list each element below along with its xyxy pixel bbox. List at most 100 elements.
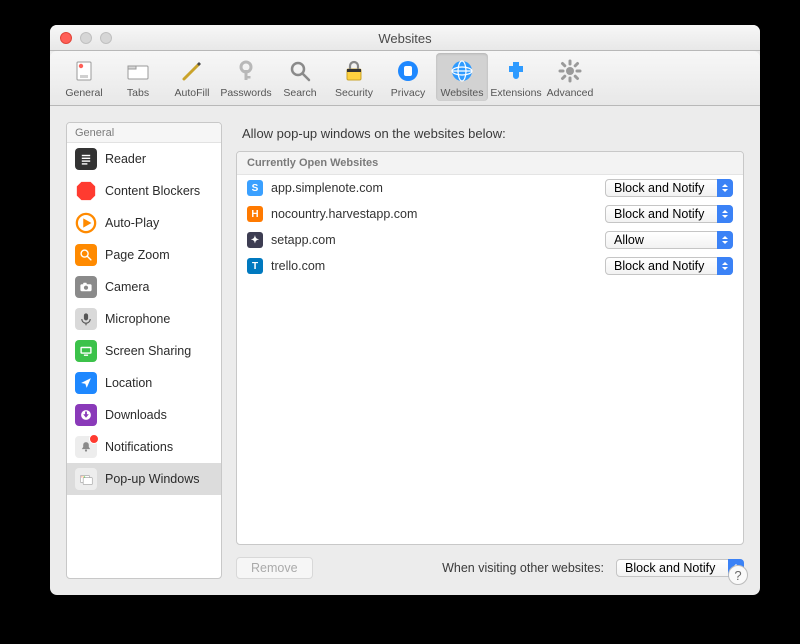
toolbar-tab-label: AutoFill [174,87,209,99]
toolbar-tab-autofill[interactable]: AutoFill [166,53,218,101]
policy-select[interactable]: Block and Notify [605,205,733,223]
sidebar-item-notifications[interactable]: Notifications [67,431,221,463]
toolbar-tab-label: Security [335,87,373,99]
toolbar-tab-tabs[interactable]: Tabs [112,53,164,101]
policy-select-wrap[interactable]: Allow [605,231,733,249]
sidebar-item-label: Microphone [105,312,170,326]
sidebar-item-reader[interactable]: Reader [67,143,221,175]
website-row[interactable]: S app.simplenote.com Block and Notify [237,175,743,201]
extensions-icon [502,57,530,85]
pop-up-windows-icon [75,468,97,490]
toolbar-tab-label: Tabs [127,87,149,99]
advanced-icon [556,57,584,85]
default-policy-select-wrap[interactable]: Block and Notify [616,559,744,577]
chevron-updown-icon [717,231,733,249]
page-zoom-icon [75,244,97,266]
sidebar-item-camera[interactable]: Camera [67,271,221,303]
website-rows: S app.simplenote.com Block and Notify H … [237,175,743,544]
toolbar-tab-label: Privacy [391,87,425,99]
window-title: Websites [50,31,760,46]
general-icon [70,57,98,85]
microphone-icon [75,308,97,330]
websites-icon [448,57,476,85]
chevron-updown-icon [717,179,733,197]
reader-icon [75,148,97,170]
auto-play-icon [75,212,97,234]
footer-row: Remove When visiting other websites: Blo… [236,557,744,579]
default-policy-label: When visiting other websites: [442,561,604,575]
policy-select-wrap[interactable]: Block and Notify [605,205,733,223]
favicon: S [247,180,263,196]
toolbar-tab-label: Passwords [220,87,271,99]
toolbar-tab-search[interactable]: Search [274,53,326,101]
notification-badge [89,434,99,444]
toolbar-tab-label: Extensions [490,87,541,99]
toolbar-tab-label: Search [283,87,316,99]
sidebar-item-label: Notifications [105,440,173,454]
website-row[interactable]: ✦ setapp.com Allow [237,227,743,253]
toolbar-tab-websites[interactable]: Websites [436,53,488,101]
content-area: General Reader Content Blockers Auto-Play P… [50,106,760,595]
sidebar-item-label: Camera [105,280,149,294]
sidebar-item-screen-sharing[interactable]: Screen Sharing [67,335,221,367]
toolbar-tab-privacy[interactable]: Privacy [382,53,434,101]
sidebar-item-label: Content Blockers [105,184,200,198]
camera-icon [75,276,97,298]
website-list-header: Currently Open Websites [237,152,743,175]
website-domain: nocountry.harvestapp.com [271,207,605,221]
sidebar-list: Reader Content Blockers Auto-Play Page Zoom… [67,143,221,578]
help-button[interactable]: ? [728,565,748,585]
chevron-updown-icon [717,257,733,275]
sidebar-item-label: Downloads [105,408,167,422]
website-list-frame: Currently Open Websites S app.simplenote… [236,151,744,545]
main-heading: Allow pop-up windows on the websites bel… [242,126,742,141]
policy-select-wrap[interactable]: Block and Notify [605,257,733,275]
autofill-icon [178,57,206,85]
location-icon [75,372,97,394]
main-panel: Allow pop-up windows on the websites bel… [236,122,744,579]
toolbar: Websites [50,25,760,51]
sidebar-item-content-blockers[interactable]: Content Blockers [67,175,221,207]
policy-select[interactable]: Allow [605,231,733,249]
remove-button[interactable]: Remove [236,557,313,579]
sidebar-item-auto-play[interactable]: Auto-Play [67,207,221,239]
sidebar-item-label: Screen Sharing [105,344,191,358]
website-domain: app.simplenote.com [271,181,605,195]
website-row[interactable]: H nocountry.harvestapp.com Block and Not… [237,201,743,227]
sidebar-item-page-zoom[interactable]: Page Zoom [67,239,221,271]
sidebar-item-label: Page Zoom [105,248,170,262]
screen-sharing-icon [75,340,97,362]
tabs-icon [124,57,152,85]
toolbar-tab-extensions[interactable]: Extensions [490,53,542,101]
sidebar-item-pop-up-windows[interactable]: Pop-up Windows [67,463,221,495]
search-icon [286,57,314,85]
sidebar-item-location[interactable]: Location [67,367,221,399]
toolbar-tabs: General Tabs AutoFill Passwords Search Securi… [50,51,760,106]
sidebar-item-microphone[interactable]: Microphone [67,303,221,335]
default-policy-select[interactable]: Block and Notify [616,559,744,577]
notifications-icon [75,436,97,458]
toolbar-tab-label: Websites [441,87,484,99]
policy-select[interactable]: Block and Notify [605,179,733,197]
website-domain: trello.com [271,259,605,273]
policy-select-wrap[interactable]: Block and Notify [605,179,733,197]
toolbar-tab-security[interactable]: Security [328,53,380,101]
sidebar-item-label: Pop-up Windows [105,472,200,486]
sidebar: General Reader Content Blockers Auto-Play P… [66,122,222,579]
sidebar-item-downloads[interactable]: Downloads [67,399,221,431]
website-row[interactable]: T trello.com Block and Notify [237,253,743,279]
chevron-updown-icon [717,205,733,223]
passwords-icon [232,57,260,85]
privacy-icon [394,57,422,85]
content-blockers-icon [75,180,97,202]
sidebar-item-label: Reader [105,152,146,166]
toolbar-tab-general[interactable]: General [58,53,110,101]
preferences-window: Websites General Tabs AutoFill Passwords Sea… [50,25,760,595]
downloads-icon [75,404,97,426]
toolbar-tab-passwords[interactable]: Passwords [220,53,272,101]
policy-select[interactable]: Block and Notify [605,257,733,275]
sidebar-header: General [67,123,221,143]
website-domain: setapp.com [271,233,605,247]
toolbar-tab-advanced[interactable]: Advanced [544,53,596,101]
sidebar-item-label: Auto-Play [105,216,159,230]
